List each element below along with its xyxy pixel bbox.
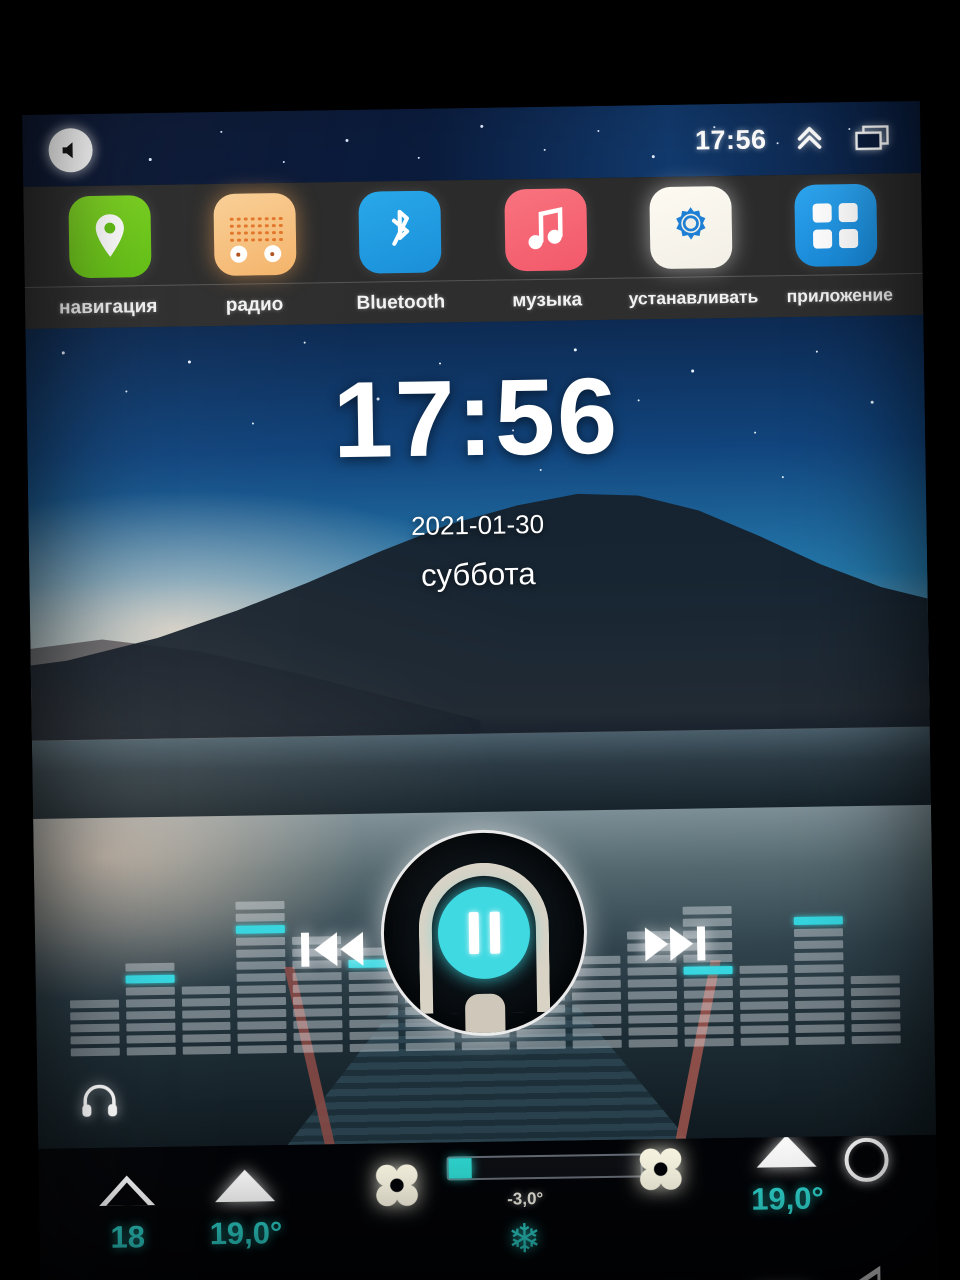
left-temp-up-button[interactable]: 19,0° xyxy=(209,1169,283,1252)
left-seat-heat-up-button[interactable]: 18 xyxy=(99,1175,156,1256)
previous-track-icon xyxy=(300,931,364,967)
fan-icon xyxy=(639,1148,682,1191)
app-label-applications: приложение xyxy=(786,284,894,307)
fan-speed-bar[interactable] xyxy=(446,1153,643,1181)
climate-control-bar: 18 19,0° -3,0° ❄ 19,0° xyxy=(38,1134,939,1280)
music-note-icon xyxy=(503,188,588,272)
radio-icon xyxy=(213,192,297,277)
left-temp-value: 19,0° xyxy=(209,1215,283,1252)
back-triangle-icon[interactable] xyxy=(840,1266,881,1280)
app-dock-icons xyxy=(23,183,922,287)
music-widget-panel[interactable] xyxy=(33,804,937,1149)
fan-icon xyxy=(375,1164,418,1207)
right-temp-up-button[interactable]: 19,0° xyxy=(750,1134,825,1218)
radio-speaker-grille xyxy=(229,216,283,243)
next-track-icon xyxy=(644,926,706,962)
fan-speed-down-button[interactable] xyxy=(371,1159,424,1217)
app-dock: навигация радио Bluetooth музыка устанав… xyxy=(23,172,924,330)
home-circle-icon[interactable] xyxy=(844,1137,889,1183)
app-applications[interactable] xyxy=(791,183,880,267)
clock-time: 17:56 xyxy=(331,354,620,481)
map-pin-icon xyxy=(68,195,152,279)
right-temp-value: 19,0° xyxy=(750,1180,825,1217)
app-label-settings: устанавливать xyxy=(628,286,759,309)
next-track-button[interactable] xyxy=(639,916,712,976)
app-label-radio: радио xyxy=(225,293,284,316)
app-label-navigation: навигация xyxy=(58,295,158,318)
triangle-up-icon xyxy=(215,1169,276,1203)
pause-icon xyxy=(489,911,500,954)
center-delta-temperature: -3,0° xyxy=(506,1189,544,1209)
app-navigation[interactable] xyxy=(65,195,154,279)
app-bluetooth[interactable] xyxy=(356,190,445,274)
pause-icon xyxy=(468,911,479,955)
clock-widget[interactable]: 17:56 2021-01-30 суббота xyxy=(26,354,927,600)
gear-icon xyxy=(649,185,733,270)
app-music[interactable] xyxy=(501,188,590,272)
app-label-bluetooth: Bluetooth xyxy=(356,290,446,314)
radio-knobs xyxy=(229,245,282,263)
headphones-icon[interactable] xyxy=(79,1081,120,1125)
left-seat-heat-value: 18 xyxy=(110,1219,146,1255)
wallpaper-lake xyxy=(31,726,932,819)
fan-speed-fill xyxy=(448,1158,472,1179)
recent-apps-icon[interactable] xyxy=(852,122,892,153)
triangle-up-outline-icon xyxy=(99,1175,155,1206)
app-label-music: музыка xyxy=(512,288,583,311)
bluetooth-icon xyxy=(358,190,442,274)
head-unit-screen: 17:56 навигация радио Bluetooth музыка у… xyxy=(22,100,939,1280)
app-settings[interactable] xyxy=(646,185,735,270)
photo-of-car-head-unit: 17:56 навигация радио Bluetooth музыка у… xyxy=(0,0,960,1280)
fan-speed-up-button[interactable] xyxy=(634,1143,687,1201)
previous-track-button[interactable] xyxy=(297,922,370,982)
status-bar-clock: 17:56 xyxy=(694,123,767,155)
volume-icon xyxy=(62,142,73,159)
clock-date: 2021-01-30 xyxy=(410,508,545,541)
triangle-up-icon xyxy=(756,1134,818,1168)
snowflake-icon[interactable]: ❄ xyxy=(507,1217,541,1262)
clock-widget-panel[interactable]: 17:56 2021-01-30 суббота xyxy=(25,314,932,819)
apps-grid-icon xyxy=(794,183,878,267)
double-chevron-up-icon[interactable] xyxy=(792,121,827,156)
app-radio[interactable] xyxy=(211,192,300,277)
